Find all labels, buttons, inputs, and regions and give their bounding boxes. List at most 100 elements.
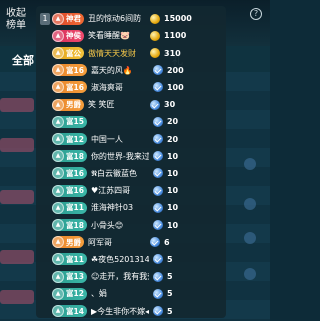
level-badge: ▲ 神君	[52, 12, 84, 25]
badge-label: 神君	[66, 14, 81, 24]
contribution-points: 10	[166, 168, 179, 178]
contribution-points: 10	[166, 186, 179, 196]
badge-emblem-icon: ▲	[52, 236, 64, 249]
blue-check-coin-icon	[150, 237, 160, 248]
rank-number	[40, 305, 50, 317]
rank-number	[40, 30, 50, 42]
badge-emblem-icon: ▲	[52, 133, 64, 146]
level-badge: ▲ 富15	[52, 115, 87, 128]
badge-emblem-icon: ▲	[52, 270, 64, 283]
badge-label: 富18	[66, 151, 84, 161]
rank-number	[40, 288, 50, 300]
badge-label: 富16	[66, 168, 84, 178]
badge-label: 男爵	[66, 237, 81, 247]
user-name[interactable]: 傲情天天发财	[88, 48, 146, 59]
badge-emblem-icon: ▲	[52, 167, 64, 180]
level-badge: ▲ 富11	[52, 253, 87, 266]
user-name[interactable]: ☘夜色5201314	[91, 254, 149, 265]
user-name[interactable]: 你的世界-我来过	[91, 151, 149, 162]
user-name[interactable]: 淮海神针03	[91, 202, 149, 213]
contribution-points: 15000	[164, 14, 192, 24]
blue-check-coin-icon	[152, 254, 163, 265]
level-badge: ▲ 富14	[52, 305, 87, 318]
blue-check-coin-icon	[152, 220, 163, 231]
rank-number	[40, 64, 50, 76]
rank-number	[40, 185, 50, 197]
badge-emblem-icon: ▲	[52, 115, 64, 128]
gold-coin-icon	[150, 13, 160, 24]
rank-number	[40, 236, 50, 248]
level-badge: ▲ 富16	[52, 81, 87, 94]
user-name[interactable]: ♥江苏四哥	[91, 185, 149, 196]
user-name[interactable]: 阿军哥	[88, 237, 146, 248]
user-name[interactable]: ☺走开，我有我奈☺	[91, 271, 149, 282]
badge-emblem-icon: ▲	[52, 305, 64, 318]
user-name[interactable]: 笑 笑匠	[88, 99, 146, 110]
user-name[interactable]: 丑的惊动6间防	[88, 13, 146, 24]
badge-label: 富13	[66, 272, 84, 282]
badge-emblem-icon: ▲	[52, 29, 64, 42]
user-name[interactable]: 𝕹白云徽蓝色	[91, 168, 149, 179]
badge-label: 神侯	[66, 31, 81, 41]
badge-label: 男爵	[66, 100, 81, 110]
user-name[interactable]: 、娟	[91, 288, 149, 299]
badge-label: 富16	[66, 82, 84, 92]
blue-check-coin-icon	[152, 82, 163, 93]
feed-bubble	[0, 138, 34, 152]
blue-check-coin-icon	[152, 306, 163, 317]
badge-label: 富16	[66, 186, 84, 196]
blue-check-coin-icon	[152, 151, 163, 162]
feed-bubble	[0, 98, 34, 112]
rank-number: 1	[40, 12, 50, 25]
badge-emblem-icon: ▲	[52, 201, 64, 214]
rank-number	[40, 202, 50, 214]
user-name[interactable]: ▶今生非你不嫁◀	[91, 306, 149, 317]
user-name[interactable]: 小骨头😊	[91, 220, 149, 231]
rank-number	[40, 81, 50, 93]
badge-emblem-icon: ▲	[52, 287, 64, 300]
level-badge: ▲ 富11	[52, 201, 87, 214]
gold-coin-icon	[150, 30, 160, 41]
contribution-points: 200	[166, 65, 184, 75]
contribution-points: 10	[166, 151, 179, 161]
contribution-points: 10	[166, 220, 179, 230]
rank-number	[40, 219, 50, 231]
blue-check-coin-icon	[150, 99, 160, 110]
contribution-points: 6	[164, 237, 170, 247]
feed-icon	[244, 268, 256, 280]
contribution-points: 5	[166, 306, 173, 316]
rank-number	[40, 271, 50, 283]
blue-check-coin-icon	[152, 185, 163, 196]
level-badge: ▲ 富16	[52, 64, 87, 77]
contribution-points: 10	[166, 203, 179, 213]
contribution-points: 1100	[164, 31, 187, 41]
feed-bubble	[0, 290, 34, 304]
blue-check-coin-icon	[152, 202, 163, 213]
question-circle-icon[interactable]: ?	[250, 8, 262, 20]
badge-emblem-icon: ▲	[52, 184, 64, 197]
badge-emblem-icon: ▲	[52, 47, 64, 60]
contribution-points: 20	[166, 134, 179, 144]
user-name[interactable]: 嘉天的风🔥	[91, 65, 149, 76]
contribution-ranking-panel: 1 ▲ 神君 丑的惊动6间防 15000 ▲ 神侯 笑看睡醒🐷 1100 ▲ 富公 傲情天天发财 310…	[36, 6, 226, 318]
badge-emblem-icon: ▲	[52, 12, 64, 25]
tab-all[interactable]: 全部	[12, 52, 34, 68]
rank-number	[40, 150, 50, 162]
contribution-points: 310	[164, 48, 181, 58]
rank-number	[40, 116, 50, 128]
badge-label: 富公	[66, 48, 81, 58]
blue-check-coin-icon	[152, 116, 163, 127]
user-name[interactable]: 中国一人	[91, 134, 149, 145]
blue-check-coin-icon	[152, 134, 163, 145]
collapse-ranking-tab[interactable]: 收起 榜单	[6, 8, 36, 32]
level-badge: ▲ 富18	[52, 219, 87, 232]
badge-label: 富11	[66, 203, 84, 213]
level-badge: ▲ 富12	[52, 287, 87, 300]
blue-check-coin-icon	[152, 271, 163, 282]
user-name[interactable]: 淑海爽哥	[91, 82, 149, 93]
badge-label: 富12	[66, 134, 84, 144]
user-name[interactable]: 笑看睡醒🐷	[88, 30, 146, 41]
ranking-row[interactable]: ▲ 富14 ▶今生非你不嫁◀ 5	[36, 301, 226, 320]
level-badge: ▲ 男爵	[52, 236, 84, 249]
level-badge: ▲ 富16	[52, 184, 87, 197]
